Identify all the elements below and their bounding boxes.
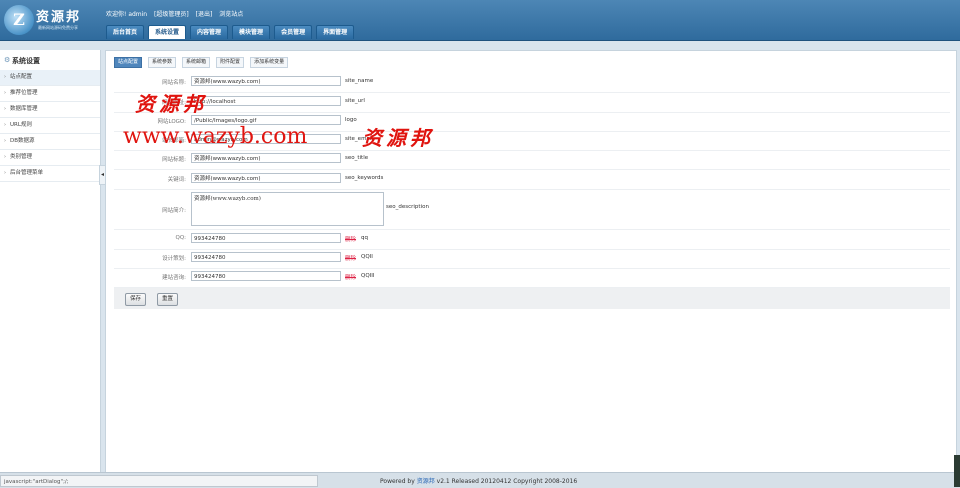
watermark-chinese-right: 资源邦 [362,126,434,150]
form-row-design: 设计策划: 993424780 删除 QQII [114,249,950,269]
logo-subtitle: 最新网站源码免费分享 [38,25,78,30]
sidebar-menu: › 站点配置 › 推荐位管理 › 数据库管理 › URL规则 › DB数据源 › 类别管理 … [0,70,100,182]
field-label: 设计策划: [162,256,186,262]
form-row-qq: QQ: 993424780 删除 qq [114,229,950,250]
main-nav: 后台首页 系统设置 内容管理 模块管理 会员管理 界面管理 [106,25,358,39]
field-key: QQII [361,254,373,260]
tab-system-settings[interactable]: 系统设置 [148,25,187,39]
site-url-input[interactable]: http://localhost [191,96,341,106]
sidebar-item-categories[interactable]: › 类别管理 [0,150,100,166]
seo-description-textarea[interactable]: 资源邦(www.wazyb.com) [191,192,384,226]
release-text: v2.1 Released 20120412 Copyright 2008-20… [436,478,578,485]
sidebar-item-url-rules[interactable]: › URL规则 [0,118,100,134]
chevron-right-icon: › [4,138,6,144]
chevron-right-icon: › [4,90,6,96]
form-row-site-name: 网站名称: 资源邦(www.wazyb.com) site_name [114,73,950,93]
subtab-site-config[interactable]: 站点配置 [114,57,143,68]
delete-link[interactable]: 删除 [345,254,356,262]
seo-keywords-input[interactable]: 资源邦(www.wazyb.com) [191,173,341,183]
field-label: 网站标题: [162,157,186,163]
subtab-system-params[interactable]: 系统参数 [148,57,177,68]
consult-qq-input[interactable]: 993424780 [191,271,341,281]
sidebar-item-site-config[interactable]: › 站点配置 [0,70,100,86]
delete-link[interactable]: 删除 [345,235,356,243]
sidebar-item-label: 类别管理 [10,154,33,160]
field-key: seo_description [386,204,429,210]
copyright: Powered by 资源邦 v2.1 Released 20120412 Co… [380,476,577,485]
site-name-input[interactable]: 资源邦(www.wazyb.com) [191,76,341,86]
field-label: QQ: [175,235,186,241]
field-key: QQIII [361,273,375,279]
sidebar-item-label: 数据库管理 [10,106,38,112]
seo-title-input[interactable]: 资源邦(www.wazyb.com) [191,153,341,163]
field-key: logo [345,117,357,123]
tab-home[interactable]: 后台首页 [106,25,145,39]
qq-input[interactable]: 993424780 [191,233,341,243]
sidebar: ⚙ 系统设置 › 站点配置 › 推荐位管理 › 数据库管理 › URL规则 › DB数据源… [0,50,101,472]
role-link[interactable]: [超级管理员] [154,11,189,18]
sidebar-item-label: 站点配置 [10,74,33,80]
sidebar-item-admin-menu[interactable]: › 后台管理菜单 [0,166,100,182]
logo-text: 资源邦 [36,10,82,25]
sidebar-item-label: 后台管理菜单 [10,170,44,176]
header-bar: Z 资源邦 最新网站源码免费分享 欢迎你! admin [超级管理员] [退出]… [0,0,960,41]
field-label: 关键词: [167,177,186,183]
save-button[interactable]: 保存 [125,293,147,306]
form-row-seo-keywords: 关键词: 资源邦(www.wazyb.com) seo_keywords [114,169,950,190]
footer: javascript:"artDialog";/; Powered by 资源邦… [0,472,960,488]
subtab-add-variable[interactable]: 添加系统变量 [250,57,289,68]
form-actions: 保存 重置 [114,288,950,309]
field-label: 网站名称: [162,80,186,86]
form-row-seo-description: 网站简介: 资源邦(www.wazyb.com) seo_description [114,189,950,230]
field-label: 网站简介: [162,208,186,214]
field-key: site_url [345,98,365,104]
sidebar-title: ⚙ 系统设置 [4,56,40,66]
form-row-seo-title: 网站标题: 资源邦(www.wazyb.com) seo_title [114,150,950,170]
watermark-chinese-top: 资源邦 [135,92,207,116]
tab-content[interactable]: 内容管理 [190,25,229,39]
chevron-right-icon: › [4,122,6,128]
tab-modules[interactable]: 模块管理 [232,25,271,39]
design-qq-input[interactable]: 993424780 [191,252,341,262]
status-bar: javascript:"artDialog";/; [0,475,318,487]
settings-icon: ⚙ [4,56,11,64]
chevron-right-icon: › [4,74,6,80]
tab-members[interactable]: 会员管理 [274,25,313,39]
sidebar-item-label: 推荐位管理 [10,90,38,96]
tab-interface[interactable]: 界面管理 [316,25,355,39]
sidebar-item-recommend[interactable]: › 推荐位管理 [0,86,100,102]
field-label: 建站咨询: [162,275,186,281]
window-corner [954,455,960,487]
chevron-right-icon: › [4,154,6,160]
field-key: qq [361,235,368,241]
form-row-consult: 建站咨询: 993424780 删除 QQIII [114,268,950,288]
delete-link[interactable]: 删除 [345,273,356,281]
field-key: site_name [345,78,374,84]
field-key: seo_title [345,155,369,161]
main-panel: 站点配置 系统参数 系统邮箱 附件配置 添加系统变量 网站名称: 资源邦(www… [105,50,957,474]
welcome-text: 欢迎你! admin [106,11,148,18]
subtab-system-email[interactable]: 系统邮箱 [182,57,211,68]
field-key: seo_keywords [345,175,384,181]
brand-link[interactable]: 资源邦 [417,478,435,485]
sub-tabs: 站点配置 系统参数 系统邮箱 附件配置 添加系统变量 [114,57,294,68]
form-row-site-url: 网站网址: http://localhost site_url [114,92,950,113]
logo-mark: Z [4,5,34,35]
reset-button[interactable]: 重置 [157,293,179,306]
watermark-url: www.wazyb.com [123,124,308,149]
chevron-right-icon: › [4,106,6,112]
browse-site-link[interactable]: 浏览站点 [219,11,243,18]
sidebar-item-label: DB数据源 [10,138,35,144]
sidebar-item-label: URL规则 [10,122,32,128]
powered-by-text: Powered by [380,478,415,485]
logout-link[interactable]: [退出] [196,11,213,18]
sidebar-item-database[interactable]: › 数据库管理 [0,102,100,118]
logo: Z 资源邦 最新网站源码免费分享 [4,5,104,35]
sidebar-item-db-source[interactable]: › DB数据源 [0,134,100,150]
user-bar: 欢迎你! admin [超级管理员] [退出] 浏览站点 [106,9,248,18]
chevron-right-icon: › [4,170,6,176]
subtab-attachments[interactable]: 附件配置 [216,57,245,68]
sidebar-title-text: 系统设置 [12,57,40,65]
